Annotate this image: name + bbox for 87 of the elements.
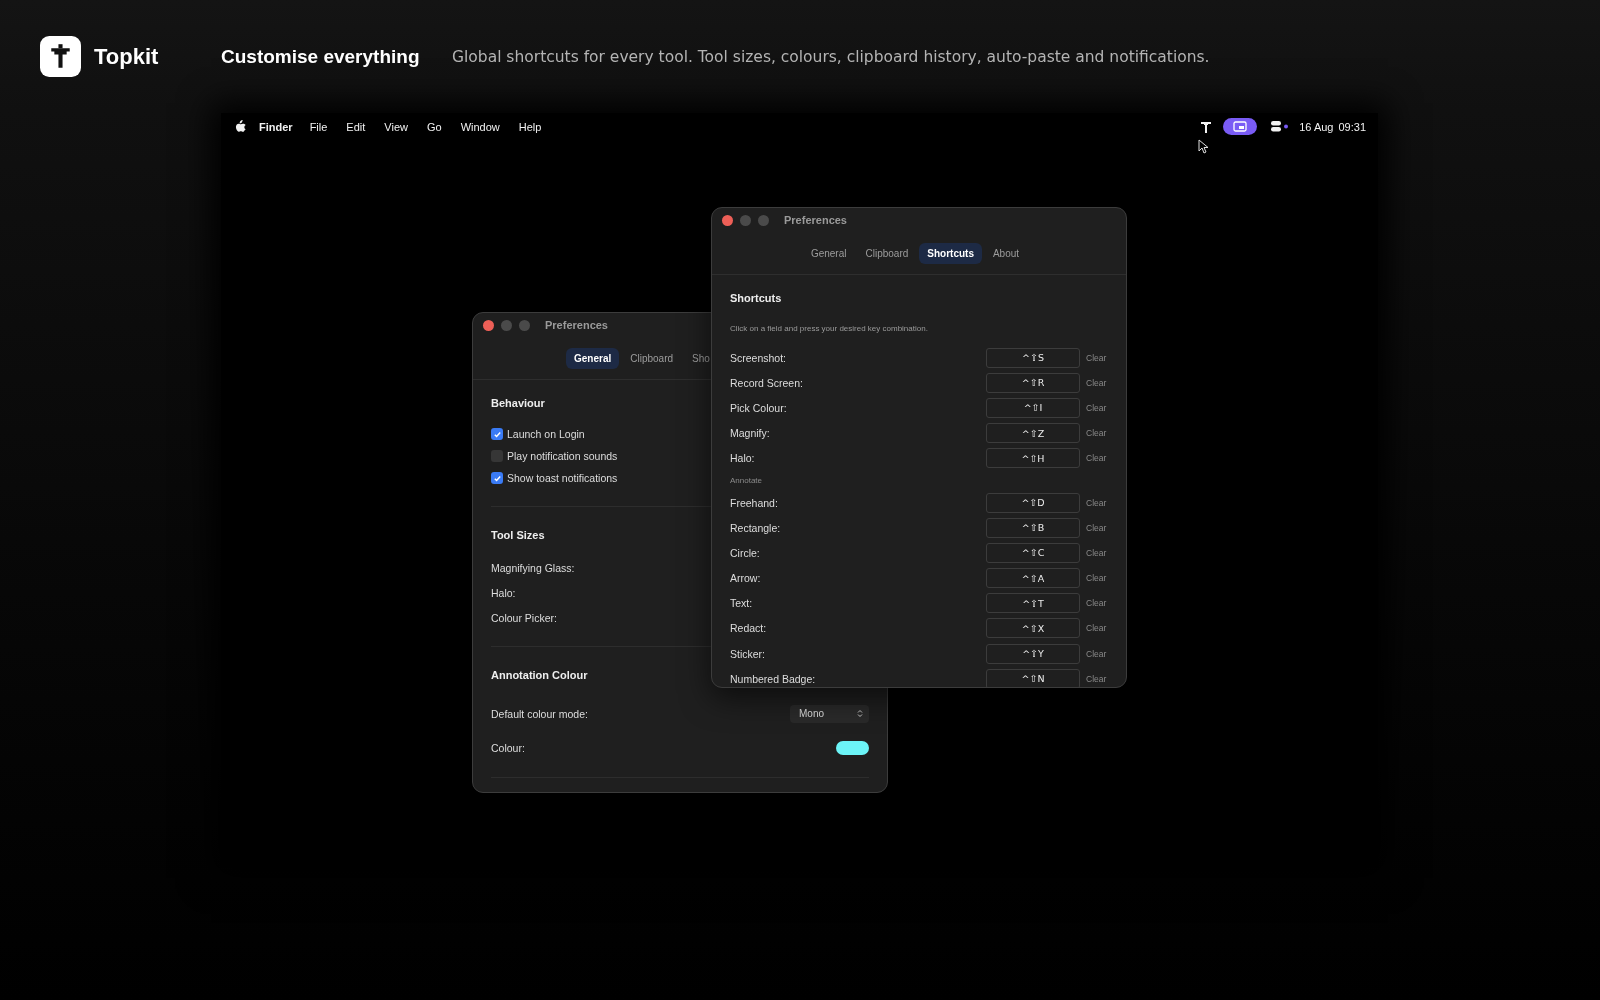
shortcut-label: Arrow: xyxy=(730,572,761,585)
tab[interactable]: General xyxy=(802,242,855,264)
checkbox[interactable] xyxy=(491,428,503,440)
menu-item[interactable]: Window xyxy=(460,120,500,133)
checkbox-label: Play notification sounds xyxy=(507,450,618,462)
tab[interactable]: Clipboard xyxy=(622,347,682,369)
shortcut-field[interactable]: ^⇧H xyxy=(986,448,1080,469)
tab[interactable]: Shortcuts xyxy=(919,242,982,264)
shortcut-label: Sticker: xyxy=(730,647,765,660)
menu-item[interactable]: Edit xyxy=(346,120,366,133)
shortcut-label: Rectangle: xyxy=(730,521,781,534)
tab[interactable]: About xyxy=(984,242,1028,264)
menu-item[interactable]: View xyxy=(384,120,408,133)
clear-button[interactable]: Clear xyxy=(1086,428,1108,439)
menu-item[interactable]: Go xyxy=(427,120,442,133)
app-name: Topkit xyxy=(94,43,159,70)
description: Global shortcuts for every tool. Tool sizes, colours, clipboard history, auto-paste and notifications. xyxy=(452,47,1210,66)
mouse-pointer-icon xyxy=(1198,139,1208,154)
clear-button[interactable]: Clear xyxy=(1086,673,1108,684)
shortcut-label: Redact: xyxy=(730,622,767,635)
shortcut-field[interactable]: ^⇧C xyxy=(986,542,1080,563)
clear-button[interactable]: Clear xyxy=(1086,573,1108,584)
close-button[interactable] xyxy=(722,214,733,226)
clear-button[interactable]: Clear xyxy=(1086,598,1108,609)
shortcut-label: Halo: xyxy=(730,452,755,465)
clear-button[interactable]: Clear xyxy=(1086,453,1108,464)
shortcut-field[interactable]: ^⇧I xyxy=(986,397,1080,418)
menu-item[interactable]: Help xyxy=(518,120,542,133)
date-text: 16 Aug xyxy=(1299,120,1334,133)
clear-button[interactable]: Clear xyxy=(1086,648,1108,659)
tab[interactable]: General xyxy=(566,347,620,369)
colour-swatch[interactable] xyxy=(836,740,869,755)
close-button[interactable] xyxy=(483,319,494,331)
clear-button[interactable]: Clear xyxy=(1086,402,1108,413)
shortcut-field[interactable]: ^⇧B xyxy=(986,517,1080,538)
checkbox[interactable] xyxy=(491,472,503,484)
shortcut-field[interactable]: ^⇧X xyxy=(986,618,1080,639)
menu-item[interactable]: Finder xyxy=(259,120,293,133)
setting-label: Colour Picker: xyxy=(491,611,557,624)
window-title: Preferences xyxy=(784,214,847,226)
headline: Customise everything xyxy=(221,45,421,68)
tab[interactable]: Clipboard xyxy=(857,242,917,264)
shortcut-label: Text: xyxy=(730,597,753,610)
control-center-icon[interactable] xyxy=(1271,121,1290,132)
screen-icon[interactable] xyxy=(1223,118,1258,135)
setting-label: Halo: xyxy=(491,586,516,599)
clear-button[interactable]: Clear xyxy=(1086,497,1108,508)
hint-text: Click on a field and press your desired key combination. xyxy=(730,324,929,333)
group-label: Annotate xyxy=(730,474,764,487)
setting-label: Magnifying Glass: xyxy=(491,561,575,574)
section-heading: Shortcuts xyxy=(730,292,782,304)
clear-button[interactable]: Clear xyxy=(1086,377,1108,388)
clear-button[interactable]: Clear xyxy=(1086,547,1108,558)
checkbox-label: Show toast notifications xyxy=(507,472,618,484)
clear-button[interactable]: Clear xyxy=(1086,623,1108,634)
shortcut-field[interactable]: ^⇧D xyxy=(986,492,1080,513)
clock-text: 09:31 xyxy=(1338,120,1366,133)
shortcut-label: Record Screen: xyxy=(730,376,803,389)
shortcut-field[interactable]: ^⇧Z xyxy=(986,423,1080,444)
chevron-icon xyxy=(857,709,863,719)
section-heading: Annotation Colour xyxy=(491,668,588,681)
shortcut-field[interactable]: ^⇧Y xyxy=(986,643,1080,664)
shortcut-field[interactable]: ^⇧A xyxy=(986,568,1080,589)
shortcut-label: Screenshot: xyxy=(730,351,787,364)
shortcut-label: Freehand: xyxy=(730,496,778,509)
tab[interactable]: Sho xyxy=(684,347,710,369)
clear-button[interactable]: Clear xyxy=(1086,352,1108,363)
app-logo xyxy=(40,36,81,77)
shortcut-field[interactable]: ^⇧T xyxy=(986,593,1080,614)
window-title: Preferences xyxy=(545,319,608,331)
clear-button[interactable]: Clear xyxy=(1086,522,1108,533)
shortcut-field[interactable]: ^⇧S xyxy=(986,347,1080,368)
shortcut-label: Magnify: xyxy=(730,427,770,440)
colour-mode-select[interactable]: Mono xyxy=(790,704,869,723)
checkbox-label: Launch on Login xyxy=(507,428,585,440)
section-heading: Tool Sizes xyxy=(491,529,545,541)
shortcut-field[interactable]: ^⇧R xyxy=(986,372,1080,393)
shortcut-label: Numbered Badge: xyxy=(730,672,816,685)
shortcut-label: Pick Colour: xyxy=(730,401,787,414)
setting-label: Default colour mode: xyxy=(491,707,588,720)
setting-label: Colour: xyxy=(491,741,525,754)
shortcut-field[interactable]: ^⇧N xyxy=(986,668,1080,687)
apple-icon[interactable] xyxy=(235,120,246,133)
shortcut-label: Circle: xyxy=(730,546,760,559)
section-heading: Behaviour xyxy=(491,397,545,409)
menu-item[interactable]: File xyxy=(309,120,328,133)
hammer-icon[interactable] xyxy=(1200,120,1213,133)
